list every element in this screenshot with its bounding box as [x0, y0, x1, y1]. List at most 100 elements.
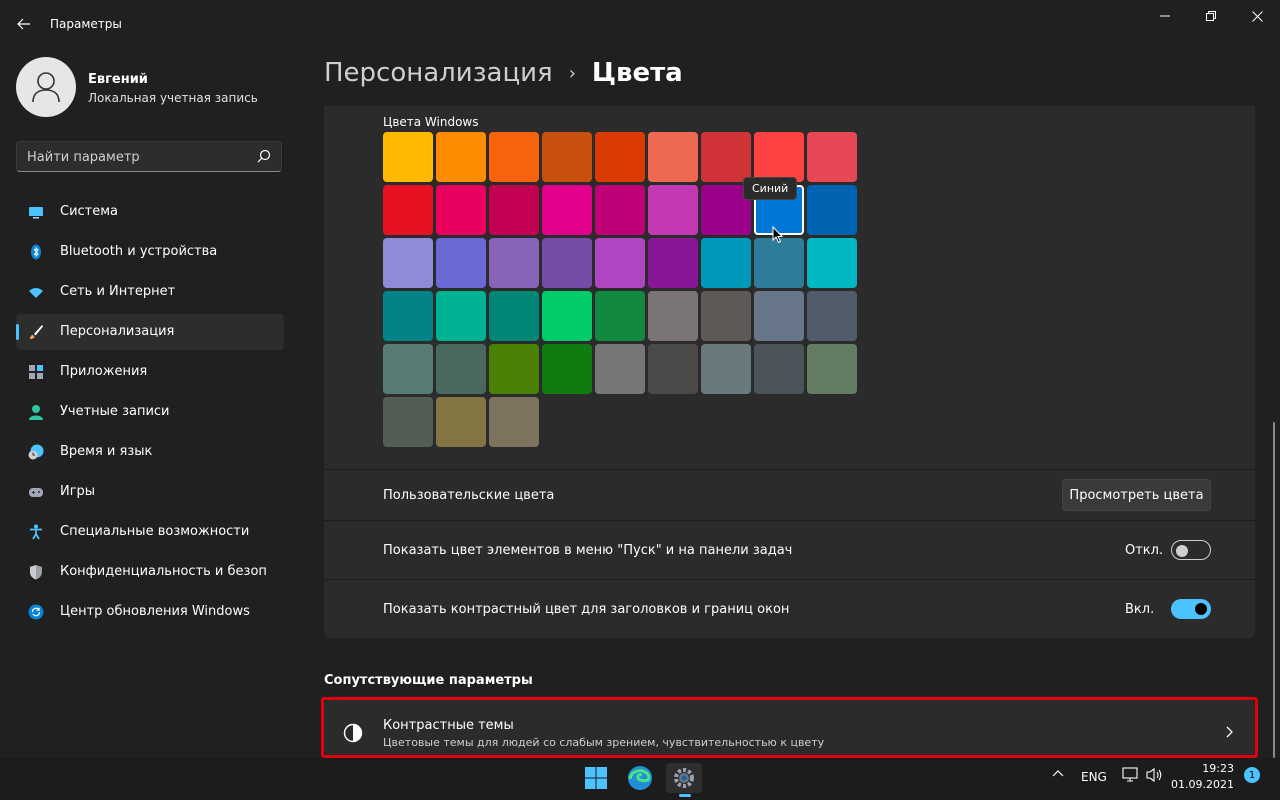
color-swatch[interactable]	[807, 238, 857, 288]
view-colors-button[interactable]: Просмотреть цвета	[1062, 479, 1211, 511]
color-swatch[interactable]	[807, 344, 857, 394]
color-swatch[interactable]	[436, 291, 486, 341]
accent-title-bars-state: Вкл.	[1125, 602, 1155, 617]
sidebar-item-privacy[interactable]: Конфиденциальность и безопас	[16, 554, 284, 590]
color-swatch[interactable]	[807, 132, 857, 182]
minimize-button[interactable]	[1142, 0, 1188, 32]
update-icon	[28, 604, 44, 620]
color-swatch[interactable]	[542, 185, 592, 235]
system-icon	[29, 207, 43, 219]
color-swatch[interactable]	[595, 291, 645, 341]
accent-start-taskbar-toggle[interactable]	[1171, 540, 1211, 560]
sidebar-item-time-language[interactable]: Время и язык	[16, 434, 284, 470]
chevron-up-icon[interactable]	[1052, 768, 1064, 778]
clock-date[interactable]: 01.09.2021	[1166, 778, 1234, 791]
color-swatch[interactable]	[595, 185, 645, 235]
settings-taskbar-button[interactable]	[666, 763, 702, 793]
color-swatch[interactable]	[383, 344, 433, 394]
breadcrumb-parent[interactable]: Персонализация	[324, 58, 553, 88]
language-indicator[interactable]: ENG	[1081, 770, 1107, 784]
color-swatch[interactable]	[383, 397, 433, 447]
clock-time[interactable]: 19:23	[1190, 762, 1234, 775]
color-swatch[interactable]	[542, 291, 592, 341]
search-input[interactable]	[17, 142, 259, 173]
sidebar-item-system[interactable]: Система	[16, 194, 284, 230]
notification-badge[interactable]: 1	[1244, 767, 1260, 783]
color-swatch[interactable]	[754, 344, 804, 394]
color-swatch[interactable]	[489, 185, 539, 235]
volume-icon[interactable]	[1146, 767, 1164, 783]
color-swatch[interactable]	[701, 291, 751, 341]
color-swatch[interactable]	[436, 238, 486, 288]
back-button[interactable]	[12, 10, 36, 38]
color-swatch[interactable]	[701, 344, 751, 394]
color-swatch[interactable]	[648, 238, 698, 288]
color-swatch[interactable]	[542, 238, 592, 288]
color-swatch[interactable]	[436, 397, 486, 447]
accent-title-bars-toggle[interactable]	[1171, 599, 1211, 619]
color-swatch[interactable]	[383, 132, 433, 182]
color-swatch[interactable]	[489, 238, 539, 288]
accent-title-bars-label: Показать контрастный цвет для заголовков…	[383, 602, 790, 617]
sidebar-item-label: Конфиденциальность и безопас	[60, 564, 266, 579]
breadcrumb: Персонализация › Цвета	[324, 58, 683, 88]
close-button[interactable]	[1234, 0, 1280, 32]
color-swatch[interactable]	[489, 344, 539, 394]
search-box[interactable]	[16, 141, 282, 173]
start-button[interactable]	[578, 763, 614, 793]
contrast-themes-description: Цветовые темы для людей со слабым зрение…	[383, 736, 825, 749]
color-swatch[interactable]	[489, 132, 539, 182]
sidebar-item-accessibility[interactable]: Специальные возможности	[16, 514, 284, 550]
related-settings-heading: Сопутствующие параметры	[324, 673, 533, 688]
scrollbar[interactable]	[1273, 422, 1275, 758]
sidebar-item-personalization[interactable]: Персонализация	[16, 314, 284, 350]
color-swatch[interactable]	[383, 185, 433, 235]
sidebar-item-network[interactable]: Сеть и Интернет	[16, 274, 284, 310]
sidebar-item-label: Игры	[60, 484, 96, 499]
sidebar-item-bluetooth[interactable]: Bluetooth и устройства	[16, 234, 284, 270]
sidebar-nav: Система Bluetooth и устройства Сеть и Ин…	[16, 194, 284, 634]
minimize-icon	[1160, 15, 1170, 17]
color-swatch[interactable]	[383, 238, 433, 288]
active-app-indicator	[679, 794, 691, 797]
sidebar-item-label: Приложения	[60, 364, 148, 379]
color-swatch[interactable]	[489, 397, 539, 447]
color-swatch[interactable]	[436, 132, 486, 182]
color-swatch[interactable]	[701, 132, 751, 182]
shield-icon	[30, 565, 42, 580]
sidebar-item-windows-update[interactable]: Центр обновления Windows	[16, 594, 284, 630]
color-swatch[interactable]	[436, 344, 486, 394]
color-swatch[interactable]	[648, 132, 698, 182]
color-swatch[interactable]	[595, 238, 645, 288]
sidebar-item-gaming[interactable]: Игры	[16, 474, 284, 510]
color-swatch[interactable]	[436, 185, 486, 235]
color-swatch[interactable]	[542, 132, 592, 182]
color-swatch[interactable]	[595, 344, 645, 394]
color-swatch[interactable]	[648, 291, 698, 341]
color-swatch[interactable]	[648, 185, 698, 235]
search-icon[interactable]	[257, 149, 271, 163]
color-swatch[interactable]	[807, 185, 857, 235]
restore-button[interactable]	[1188, 0, 1234, 32]
color-swatch[interactable]	[807, 291, 857, 341]
sidebar-item-apps[interactable]: Приложения	[16, 354, 284, 390]
color-swatch[interactable]	[701, 238, 751, 288]
color-swatch[interactable]	[648, 344, 698, 394]
account-type: Локальная учетная запись	[88, 91, 258, 105]
color-swatch[interactable]	[542, 344, 592, 394]
gamepad-icon	[29, 488, 43, 497]
edge-taskbar-button[interactable]	[622, 763, 658, 793]
contrast-themes-title: Контрастные темы	[383, 718, 514, 733]
network-icon[interactable]	[1122, 767, 1140, 783]
accent-start-taskbar-state: Откл.	[1125, 543, 1164, 558]
color-swatch[interactable]	[595, 132, 645, 182]
contrast-icon	[343, 723, 363, 743]
color-swatch[interactable]	[489, 291, 539, 341]
color-swatch[interactable]	[754, 291, 804, 341]
avatar[interactable]	[16, 57, 76, 117]
color-swatch[interactable]	[754, 132, 804, 182]
color-swatch[interactable]	[383, 291, 433, 341]
sidebar-item-accounts[interactable]: Учетные записи	[16, 394, 284, 430]
chevron-right-icon	[1226, 726, 1233, 738]
color-swatch[interactable]	[754, 238, 804, 288]
